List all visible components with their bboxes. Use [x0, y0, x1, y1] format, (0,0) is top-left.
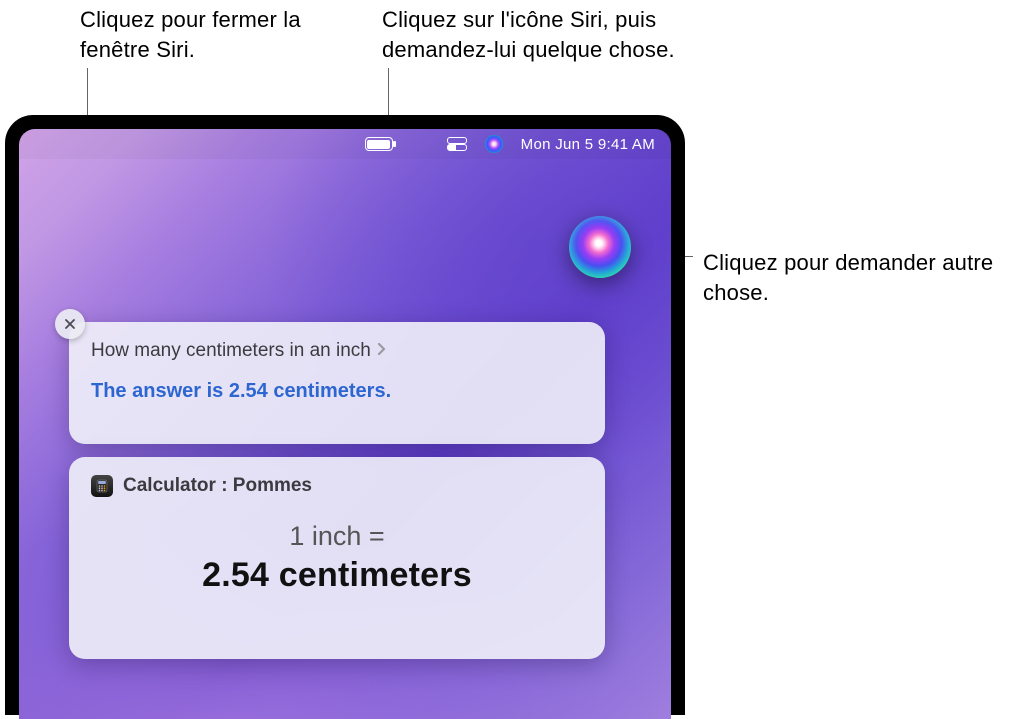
desktop-screen: Mon Jun 5 9:41 AM How many centimeters i…	[19, 129, 671, 719]
siri-question-row[interactable]: How many centimeters in an inch	[91, 340, 583, 362]
siri-orb-button[interactable]	[569, 216, 631, 278]
calculator-card-title: Calculator : Pommes	[123, 475, 312, 497]
menubar-datetime[interactable]: Mon Jun 5 9:41 AM	[521, 136, 655, 153]
callout-siri-orb: Cliquez pour demander autre chose.	[703, 248, 1023, 307]
calculator-card-header: Calculator : Pommes	[91, 475, 583, 497]
calculator-icon	[91, 475, 113, 497]
siri-result-card[interactable]: How many centimeters in an inch The answ…	[69, 322, 605, 444]
equation-input: 1 inch =	[91, 521, 583, 552]
calculator-equation: 1 inch = 2.54 centimeters	[91, 521, 583, 595]
siri-answer-text: The answer is 2.54 centimeters.	[91, 380, 583, 403]
chevron-right-icon	[377, 340, 387, 362]
siri-close-button[interactable]	[55, 309, 85, 339]
device-frame: Mon Jun 5 9:41 AM How many centimeters i…	[5, 115, 685, 715]
siri-menubar-icon[interactable]	[485, 135, 503, 153]
siri-question-text: How many centimeters in an inch	[91, 340, 371, 362]
callout-menubar-siri: Cliquez sur l'icône Siri, puis demandez-…	[382, 5, 702, 64]
equation-result: 2.54 centimeters	[91, 556, 583, 595]
menubar: Mon Jun 5 9:41 AM	[19, 129, 671, 159]
control-center-icon[interactable]	[447, 137, 467, 151]
siri-calculator-card[interactable]: Calculator : Pommes 1 inch = 2.54 centim…	[69, 457, 605, 659]
battery-icon[interactable]	[365, 137, 393, 151]
callout-close-siri: Cliquez pour fermer la fenêtre Siri.	[80, 5, 340, 64]
